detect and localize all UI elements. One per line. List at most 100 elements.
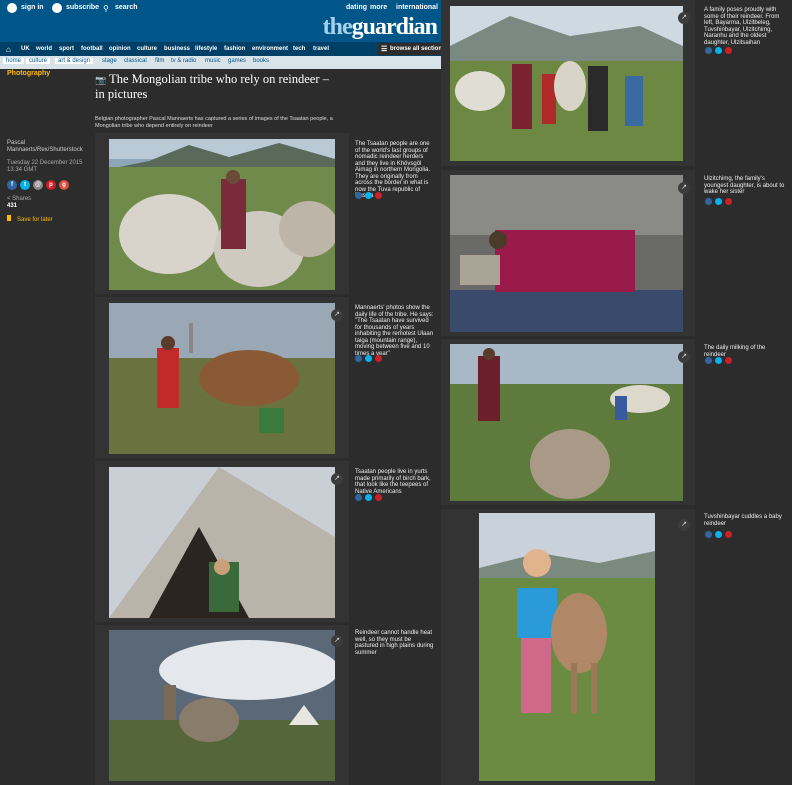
- nav-item-sport[interactable]: sport: [59, 46, 74, 52]
- twitter-icon[interactable]: [715, 198, 722, 205]
- photo-milking-image: [450, 344, 683, 501]
- subscribe-link[interactable]: subscribe: [66, 4, 99, 11]
- gallery-panel: ↗ Ulzitchimg, the family's youngest daug…: [441, 170, 784, 336]
- subnav-games[interactable]: games: [228, 58, 246, 64]
- byline[interactable]: Pascal Mannaerts/Rex/Shutterstock: [7, 140, 87, 154]
- photo-family-reindeer[interactable]: [450, 6, 683, 161]
- twitter-icon[interactable]: [715, 357, 722, 364]
- nav-item-travel[interactable]: travel: [313, 46, 329, 52]
- pinterest-icon[interactable]: [375, 192, 382, 199]
- save-for-later-button[interactable]: Save for later: [7, 215, 53, 223]
- twitter-icon[interactable]: [365, 355, 372, 362]
- pinterest-icon[interactable]: p: [46, 180, 56, 190]
- expand-icon[interactable]: ↗: [331, 473, 343, 485]
- breadcrumb-home[interactable]: home: [3, 58, 25, 64]
- dating-link[interactable]: dating: [346, 4, 367, 11]
- expand-icon[interactable]: ↗: [678, 12, 690, 24]
- pinterest-icon[interactable]: [725, 357, 732, 364]
- gallery-panel: ↗ Tuvshinbayar cuddles a baby reindeer: [441, 509, 782, 785]
- guardian-logo[interactable]: theguardian: [323, 14, 438, 41]
- publish-date-day: Tuesday 22 December 2015: [7, 160, 83, 166]
- browse-all-label: browse all sections: [390, 46, 446, 52]
- logo-guardian: guardian: [351, 14, 438, 40]
- home-icon[interactable]: ⌂: [6, 45, 11, 54]
- caption: Mannaerts' photos show the daily life of…: [355, 305, 434, 357]
- search-icon[interactable]: ⚲: [103, 4, 109, 13]
- international-link[interactable]: international: [396, 4, 438, 11]
- twitter-icon[interactable]: [715, 531, 722, 538]
- google-plus-icon[interactable]: g: [59, 180, 69, 190]
- pinterest-icon[interactable]: [725, 47, 732, 54]
- caption: A family poses proudly with some of thei…: [704, 7, 780, 46]
- facebook-icon[interactable]: [705, 198, 712, 205]
- browse-all-button[interactable]: ☰ browse all sections: [378, 43, 445, 55]
- twitter-icon[interactable]: [715, 47, 722, 54]
- photo-sleeping-sister[interactable]: [450, 175, 683, 332]
- nav-item-environment[interactable]: environment: [252, 46, 288, 52]
- facebook-icon[interactable]: [705, 357, 712, 364]
- article-title: 📷 The Mongolian tribe who rely on reinde…: [95, 72, 335, 101]
- publish-date-time: 13.34 GMT: [7, 167, 38, 173]
- subnav-film[interactable]: film: [155, 58, 164, 64]
- article-title-text: The Mongolian tribe who rely on reindeer…: [95, 72, 329, 101]
- facebook-icon[interactable]: [355, 355, 362, 362]
- nav-item-opinion[interactable]: opinion: [109, 46, 131, 52]
- nav-item-culture[interactable]: culture: [137, 46, 157, 52]
- top-bar: sign in subscribe ⚲ search dating more i…: [0, 0, 441, 42]
- twitter-icon[interactable]: [365, 494, 372, 501]
- facebook-icon[interactable]: [355, 192, 362, 199]
- photo-reindeer-sky[interactable]: [109, 630, 335, 781]
- expand-icon[interactable]: ↗: [678, 351, 690, 363]
- breadcrumb-culture[interactable]: culture: [26, 58, 51, 64]
- nav-item-lifestyle[interactable]: lifestyle: [195, 46, 217, 52]
- expand-icon[interactable]: ↗: [678, 182, 690, 194]
- nav-item-fashion[interactable]: fashion: [224, 46, 245, 52]
- photo-reindeer-herd[interactable]: [109, 139, 335, 290]
- photo-child-baby-reindeer[interactable]: [479, 513, 655, 781]
- subnav-books[interactable]: books: [253, 58, 269, 64]
- pinterest-icon[interactable]: [725, 198, 732, 205]
- shares-number: 431: [7, 203, 18, 209]
- nav-item-world[interactable]: world: [36, 46, 52, 52]
- breadcrumb-art-design[interactable]: art & design: [55, 58, 94, 64]
- pinterest-icon[interactable]: [375, 355, 382, 362]
- photo-sleeping-sister-image: [450, 175, 683, 332]
- caption-share: [355, 494, 395, 502]
- bookmark-icon: [7, 215, 11, 221]
- publish-date: Tuesday 22 December 2015 13.34 GMT: [7, 160, 87, 174]
- email-icon[interactable]: @: [33, 180, 43, 190]
- sign-in-link[interactable]: sign in: [21, 4, 44, 11]
- photo-family-reindeer-image: [450, 6, 683, 161]
- nav-item-business[interactable]: business: [164, 46, 190, 52]
- facebook-icon[interactable]: [705, 531, 712, 538]
- more-link[interactable]: more: [370, 4, 387, 11]
- subnav-classical[interactable]: classical: [124, 58, 147, 64]
- expand-icon[interactable]: ↗: [331, 635, 343, 647]
- facebook-icon[interactable]: [705, 47, 712, 54]
- user-icon[interactable]: [7, 3, 17, 13]
- camera-icon: 📷: [95, 75, 107, 85]
- search-link[interactable]: search: [115, 4, 138, 11]
- twitter-icon[interactable]: [365, 192, 372, 199]
- expand-icon[interactable]: ↗: [678, 519, 690, 531]
- subnav-music[interactable]: music: [205, 58, 221, 64]
- subnav-tv-radio[interactable]: tv & radio: [171, 58, 196, 64]
- pinterest-icon[interactable]: [375, 494, 382, 501]
- caption-share: [355, 192, 395, 200]
- nav-item-uk[interactable]: UK: [21, 46, 30, 52]
- nav-item-tech[interactable]: tech: [293, 46, 305, 52]
- photo-yurt[interactable]: [109, 467, 335, 618]
- pinterest-icon[interactable]: [725, 531, 732, 538]
- photo-milking[interactable]: [450, 344, 683, 501]
- facebook-icon[interactable]: f: [7, 180, 17, 190]
- expand-icon[interactable]: ↗: [331, 309, 343, 321]
- section-label[interactable]: Photography: [7, 70, 50, 77]
- facebook-icon[interactable]: [355, 494, 362, 501]
- caption: Reindeer cannot handle heat well, so the…: [355, 630, 434, 656]
- caption-share: [705, 198, 745, 206]
- subnav-stage[interactable]: stage: [102, 58, 117, 64]
- photo-wood-chopping[interactable]: [109, 303, 335, 454]
- subscribe-icon[interactable]: [52, 3, 62, 13]
- twitter-icon[interactable]: t: [20, 180, 30, 190]
- nav-item-football[interactable]: football: [81, 46, 103, 52]
